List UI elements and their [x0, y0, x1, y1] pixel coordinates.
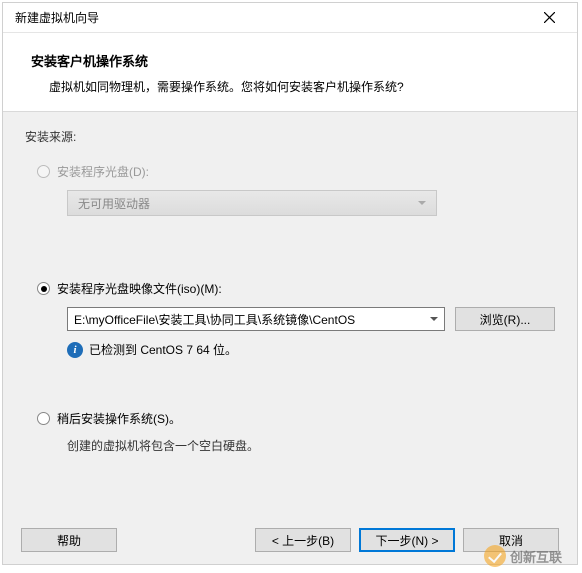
- disc-dropdown: 无可用驱动器: [67, 190, 437, 216]
- radio-later[interactable]: [37, 412, 50, 425]
- iso-path-dropdown[interactable]: E:\myOfficeFile\安装工具\协同工具\系统镜像\CentOS: [67, 307, 445, 331]
- radio-disc: [37, 165, 50, 178]
- content-area: 安装来源: 安装程序光盘(D): 无可用驱动器 安装程序光盘映像文件(iso)(…: [3, 112, 577, 530]
- radio-group: 安装程序光盘(D): 无可用驱动器 安装程序光盘映像文件(iso)(M): E:…: [25, 163, 555, 454]
- iso-row: E:\myOfficeFile\安装工具\协同工具\系统镜像\CentOS 浏览…: [67, 307, 555, 331]
- help-button[interactable]: 帮助: [21, 528, 117, 552]
- radio-later-label: 稍后安装操作系统(S)。: [57, 410, 181, 427]
- info-icon: i: [67, 342, 83, 358]
- radio-option-iso[interactable]: 安装程序光盘映像文件(iso)(M):: [37, 280, 555, 297]
- radio-iso-label: 安装程序光盘映像文件(iso)(M):: [57, 280, 222, 297]
- later-note: 创建的虚拟机将包含一个空白硬盘。: [67, 437, 555, 454]
- next-button[interactable]: 下一步(N) >: [359, 528, 455, 552]
- page-description: 虚拟机如同物理机，需要操作系统。您将如何安装客户机操作系统?: [31, 78, 553, 95]
- close-button[interactable]: [529, 4, 569, 32]
- close-icon: [544, 12, 555, 23]
- radio-iso[interactable]: [37, 282, 50, 295]
- source-label: 安装来源:: [25, 128, 555, 145]
- radio-disc-label: 安装程序光盘(D):: [57, 163, 149, 180]
- radio-option-disc: 安装程序光盘(D):: [37, 163, 555, 180]
- cancel-button[interactable]: 取消: [463, 528, 559, 552]
- back-button[interactable]: < 上一步(B): [255, 528, 351, 552]
- browse-button[interactable]: 浏览(R)...: [455, 307, 555, 331]
- info-text: 已检测到 CentOS 7 64 位。: [89, 341, 237, 358]
- radio-option-later[interactable]: 稍后安装操作系统(S)。: [37, 410, 555, 427]
- footer: 帮助 < 上一步(B) 下一步(N) > 取消: [3, 516, 577, 564]
- disc-dropdown-text: 无可用驱动器: [78, 195, 150, 212]
- wizard-window: 新建虚拟机向导 安装客户机操作系统 虚拟机如同物理机，需要操作系统。您将如何安装…: [2, 2, 578, 565]
- info-row: i 已检测到 CentOS 7 64 位。: [67, 341, 555, 358]
- titlebar: 新建虚拟机向导: [3, 3, 577, 33]
- header-section: 安装客户机操作系统 虚拟机如同物理机，需要操作系统。您将如何安装客户机操作系统?: [3, 33, 577, 112]
- iso-path-text: E:\myOfficeFile\安装工具\协同工具\系统镜像\CentOS: [74, 311, 355, 328]
- window-title: 新建虚拟机向导: [11, 9, 529, 26]
- chevron-down-icon: [425, 309, 443, 329]
- page-title: 安装客户机操作系统: [31, 51, 553, 70]
